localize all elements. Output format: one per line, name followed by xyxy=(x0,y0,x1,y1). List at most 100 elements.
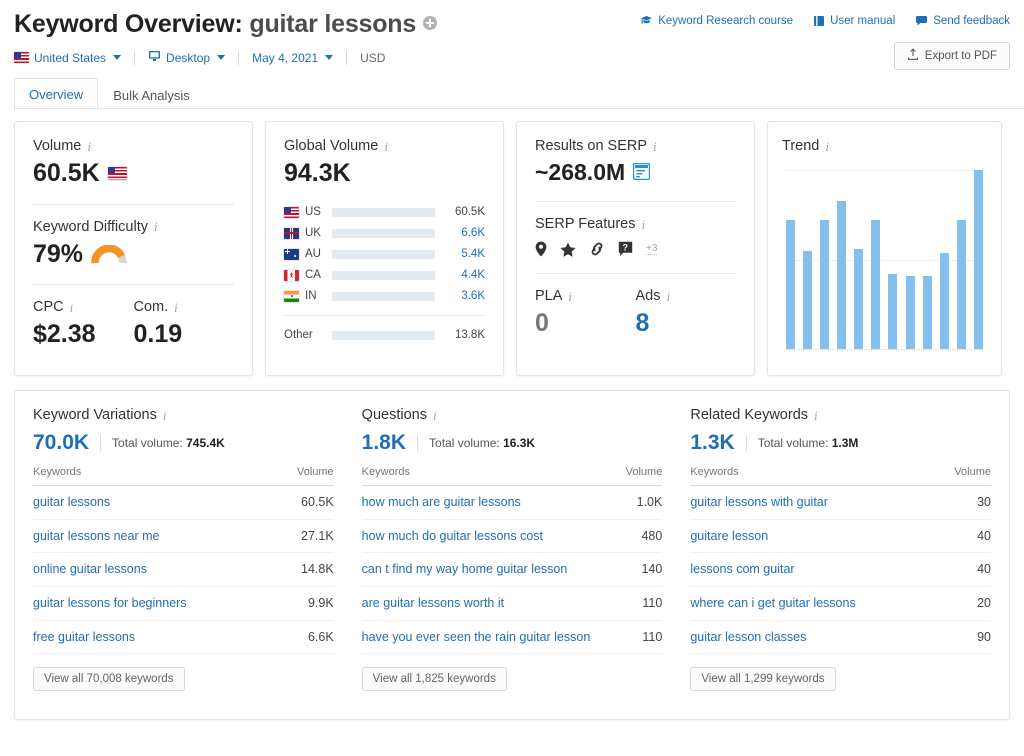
question-bubble-icon[interactable]: ? xyxy=(618,241,633,257)
keyword-volume: 14.8K xyxy=(275,552,334,587)
pla-ads-row: PLA i 0 Ads i 8 xyxy=(535,288,736,338)
device-filter[interactable]: Desktop xyxy=(148,50,226,65)
trend-bar xyxy=(888,274,898,350)
map-pin-icon[interactable] xyxy=(535,241,547,257)
cpc-value: $2.38 xyxy=(33,320,96,348)
keyword-link[interactable]: have you ever seen the rain guitar lesso… xyxy=(361,620,605,655)
panel-summary: 1.8K Total volume: 16.3K xyxy=(362,431,663,455)
info-icon[interactable]: i xyxy=(667,290,671,303)
filter-bar: United States Desktop May 4, 2021 USD xyxy=(14,50,1010,65)
keyword-link[interactable]: free guitar lessons xyxy=(33,620,276,655)
featured-snippet-icon[interactable] xyxy=(632,160,651,185)
table-row[interactable]: are guitar lessons worth it 110 xyxy=(361,586,663,621)
keyword-link[interactable]: lessons com guitar xyxy=(690,552,934,587)
global-volume-row[interactable]: IN 3.6K xyxy=(284,286,485,307)
serp-features-list: ? +3 xyxy=(535,241,736,257)
global-volume-row-other[interactable]: Other 13.8K xyxy=(284,325,485,346)
keyword-link[interactable]: are guitar lessons worth it xyxy=(361,586,605,621)
table-row[interactable]: where can i get guitar lessons 20 xyxy=(690,586,992,621)
keyword-link[interactable]: online guitar lessons xyxy=(33,552,276,587)
keyword-link[interactable]: guitar lessons with guitar xyxy=(690,485,934,520)
info-icon[interactable]: i xyxy=(433,409,437,422)
keyword-link[interactable]: guitar lessons for beginners xyxy=(33,586,276,621)
panel-count: 1.3K xyxy=(690,431,735,454)
global-volume-row[interactable]: US 60.5K xyxy=(284,202,485,223)
info-icon[interactable]: i xyxy=(154,220,158,233)
info-icon[interactable]: i xyxy=(87,140,91,153)
keyword-link[interactable]: how much are guitar lessons xyxy=(361,485,605,520)
keyword-table: Keywords Volume guitar lessons 60.5K guitar … xyxy=(33,466,334,655)
upload-icon xyxy=(907,48,919,64)
global-volume-row[interactable]: AU 5.4K xyxy=(284,244,485,265)
table-row[interactable]: how much do guitar lessons cost 480 xyxy=(361,519,663,554)
plus-circle-icon[interactable] xyxy=(423,16,438,30)
page-header: Keyword Overview: guitar lessons Keyword… xyxy=(0,0,1024,110)
table-row[interactable]: have you ever seen the rain guitar lesso… xyxy=(361,620,663,655)
global-volume-value[interactable]: 6.6K xyxy=(445,227,485,239)
ads-value[interactable]: 8 xyxy=(636,310,737,338)
trend-bar xyxy=(854,249,864,350)
info-icon[interactable]: i xyxy=(825,140,829,153)
view-all-button[interactable]: View all 1,825 keywords xyxy=(361,667,507,692)
global-volume-value[interactable]: 4.4K xyxy=(445,269,485,281)
page-title-prefix: Keyword Overview: xyxy=(14,10,243,38)
volume-bar-track xyxy=(332,291,435,301)
table-row[interactable]: guitar lessons with guitar 30 xyxy=(690,485,992,520)
table-row[interactable]: guitare lesson 40 xyxy=(690,519,992,554)
keyword-volume: 60.5K xyxy=(275,485,334,520)
info-icon[interactable]: i xyxy=(814,409,818,422)
keyword-research-course-link[interactable]: Keyword Research course xyxy=(640,15,793,27)
keyword-link[interactable]: can t find my way home guitar lesson xyxy=(361,552,605,587)
results-on-serp-label-row: Results on SERP i xyxy=(535,138,736,154)
link-icon[interactable] xyxy=(589,241,605,257)
tab-bulk-analysis[interactable]: Bulk Analysis xyxy=(98,79,205,110)
keyword-link[interactable]: where can i get guitar lessons xyxy=(690,586,934,621)
table-row[interactable]: guitar lessons 60.5K xyxy=(33,485,334,520)
table-row[interactable]: online guitar lessons 14.8K xyxy=(33,552,334,587)
country-filter[interactable]: United States xyxy=(14,50,122,65)
view-all-button[interactable]: View all 1,299 keywords xyxy=(690,667,836,692)
divider xyxy=(535,273,736,275)
user-manual-link[interactable]: User manual xyxy=(813,15,895,27)
chevron-down-icon xyxy=(113,55,122,60)
table-row[interactable]: how much are guitar lessons 1.0K xyxy=(361,485,663,520)
serp-features-more[interactable]: +3 xyxy=(646,243,658,256)
table-row[interactable]: guitar lesson classes 90 xyxy=(690,620,992,655)
panel-title-row: Questions i xyxy=(362,407,663,423)
global-volume-value[interactable]: 5.4K xyxy=(445,248,485,260)
info-icon[interactable]: i xyxy=(384,140,388,153)
info-icon[interactable]: i xyxy=(653,140,657,153)
global-volume-row[interactable]: CA 4.4K xyxy=(284,265,485,286)
table-row[interactable]: free guitar lessons 6.6K xyxy=(33,620,334,655)
keyword-link[interactable]: guitar lesson classes xyxy=(690,620,934,655)
table-row[interactable]: guitar lessons for beginners 9.9K xyxy=(33,586,334,621)
info-icon[interactable]: i xyxy=(174,301,178,314)
table-row[interactable]: lessons com guitar 40 xyxy=(690,552,992,587)
user-manual-label: User manual xyxy=(830,15,896,27)
star-icon[interactable] xyxy=(560,242,576,257)
volume-value-row: 60.5K xyxy=(33,159,234,188)
flag-au-icon xyxy=(284,248,299,260)
info-icon[interactable]: i xyxy=(641,218,645,231)
flag-us-icon xyxy=(284,206,299,218)
info-icon[interactable]: i xyxy=(568,290,572,303)
export-to-pdf-button[interactable]: Export to PDF xyxy=(893,42,1010,70)
keyword-link[interactable]: guitare lesson xyxy=(690,519,934,554)
view-all-button[interactable]: View all 70,008 keywords xyxy=(33,667,185,692)
tab-overview[interactable]: Overview xyxy=(14,78,99,110)
global-volume-value: 13.8K xyxy=(454,329,485,341)
trend-label-row: Trend i xyxy=(782,138,987,154)
keyword-link[interactable]: guitar lessons near me xyxy=(33,519,276,554)
keyword-link[interactable]: how much do guitar lessons cost xyxy=(361,519,605,554)
info-icon[interactable]: i xyxy=(70,301,74,314)
global-volume-value[interactable]: 3.6K xyxy=(445,290,485,302)
info-icon[interactable]: i xyxy=(163,409,167,422)
table-row[interactable]: can t find my way home guitar lesson 140 xyxy=(361,552,663,587)
keyword-link[interactable]: guitar lessons xyxy=(33,485,276,520)
send-feedback-link[interactable]: Send feedback xyxy=(915,15,1010,27)
global-volume-row[interactable]: UK 6.6K xyxy=(284,223,485,244)
table-row[interactable]: guitar lessons near me 27.1K xyxy=(33,519,334,554)
country-filter-label: United States xyxy=(34,50,107,65)
date-filter[interactable]: May 4, 2021 xyxy=(252,51,334,65)
book-icon xyxy=(813,15,825,27)
